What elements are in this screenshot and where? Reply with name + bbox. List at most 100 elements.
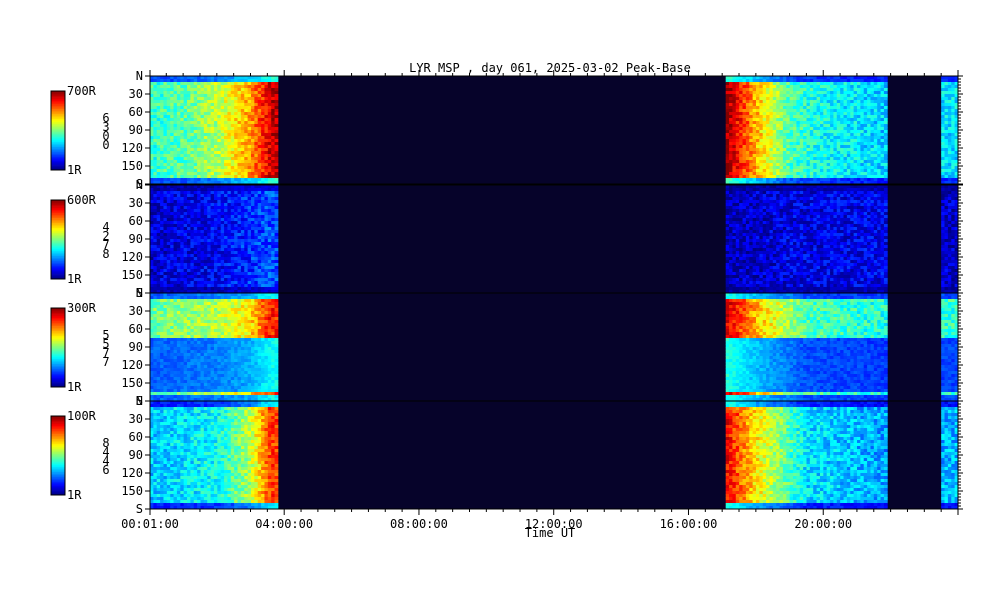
heatmap-cell <box>220 106 225 110</box>
heatmap-cell <box>173 233 178 237</box>
heatmap-cell <box>843 88 848 92</box>
heatmap-cell <box>735 106 740 110</box>
heatmap-cell <box>224 254 228 258</box>
heatmap-cell <box>160 163 164 167</box>
heatmap-cell <box>843 175 848 179</box>
heatmap-cell <box>863 142 868 146</box>
heatmap-cell <box>166 260 171 264</box>
heatmap-cell <box>830 145 834 149</box>
heatmap-cell <box>883 145 888 149</box>
heatmap-cell <box>234 257 238 261</box>
heatmap-cell <box>220 148 225 152</box>
heatmap-cell <box>732 76 737 80</box>
heatmap-cell <box>729 194 733 198</box>
heatmap-cell <box>193 175 198 179</box>
heatmap-cell <box>210 248 215 252</box>
heatmap-cell <box>762 154 767 158</box>
heatmap-cell <box>261 212 265 216</box>
heatmap-cell <box>183 115 188 119</box>
heatmap-cell <box>257 130 262 134</box>
heatmap-cell <box>193 287 198 291</box>
heatmap-cell <box>257 260 262 264</box>
heatmap-cell <box>735 278 740 282</box>
heatmap-cell <box>197 130 201 134</box>
heatmap-cell <box>200 148 205 152</box>
heatmap-cell <box>156 194 161 198</box>
heatmap-cell <box>156 124 161 128</box>
heatmap-cell <box>766 145 770 149</box>
heatmap-cell <box>207 245 211 249</box>
heatmap-cell <box>240 79 245 83</box>
heatmap-cell <box>267 121 272 125</box>
heatmap-cell <box>210 275 215 279</box>
heatmap-cell <box>163 130 168 134</box>
heatmap-cell <box>264 145 269 149</box>
heatmap-cell <box>809 85 814 89</box>
heatmap-cell <box>234 91 238 95</box>
heatmap-cell <box>846 151 851 155</box>
heatmap-cell <box>806 94 811 98</box>
heatmap-cell <box>203 172 208 176</box>
heatmap-cell <box>826 115 831 119</box>
heatmap-cell <box>183 203 188 207</box>
heatmap-cell <box>742 260 747 264</box>
heatmap-cell <box>732 172 737 176</box>
heatmap-cell <box>254 287 259 291</box>
heatmap-cell <box>857 178 861 182</box>
heatmap-cell <box>853 94 858 98</box>
heatmap-cell <box>257 157 262 161</box>
heatmap-cell <box>756 79 760 83</box>
heatmap-cell <box>274 154 279 158</box>
heatmap-cell <box>166 121 171 125</box>
heatmap-cell <box>806 100 811 104</box>
heatmap-cell <box>745 248 750 252</box>
heatmap-cell <box>173 109 178 113</box>
heatmap-cell <box>150 127 154 131</box>
heatmap-cell <box>210 97 215 101</box>
heatmap-cell <box>836 142 841 146</box>
heatmap-cell <box>846 121 851 125</box>
heatmap-cell <box>254 94 259 98</box>
heatmap-cell <box>267 106 272 110</box>
heatmap-cell <box>200 218 205 222</box>
heatmap-cell <box>941 112 945 116</box>
heatmap-cell <box>944 112 949 116</box>
heatmap-cell <box>745 130 750 134</box>
heatmap-cell <box>725 212 730 216</box>
heatmap-cell <box>254 284 259 288</box>
heatmap-cell <box>217 163 222 167</box>
heatmap-cell <box>160 151 164 155</box>
heatmap-cell <box>786 109 791 113</box>
heatmap-cell <box>944 85 949 89</box>
heatmap-cell <box>799 106 804 110</box>
heatmap-cell <box>220 212 225 216</box>
heatmap-cell <box>230 79 235 83</box>
heatmap-cell <box>806 130 811 134</box>
heatmap-cell <box>170 145 174 149</box>
heatmap-cell <box>153 233 158 237</box>
heatmap-cell <box>813 130 817 134</box>
heatmap-cell <box>806 106 811 110</box>
heatmap-cell <box>180 275 185 279</box>
heatmap-cell <box>947 172 952 176</box>
heatmap-cell <box>153 130 158 134</box>
heatmap-cell <box>762 157 767 161</box>
heatmap-cell <box>203 260 208 264</box>
heatmap-cell <box>187 263 191 267</box>
heatmap-cell <box>254 266 259 270</box>
heatmap-cell <box>833 172 838 176</box>
heatmap-cell <box>883 178 888 182</box>
heatmap-cell <box>789 151 794 155</box>
heatmap-cell <box>786 166 791 170</box>
heatmap-cell <box>745 233 750 237</box>
heatmap-cell <box>244 269 249 273</box>
heatmap-cell <box>793 118 797 122</box>
heatmap-cell <box>150 260 154 264</box>
heatmap-cell <box>150 124 154 128</box>
heatmap-cell <box>254 209 259 213</box>
heatmap-cell <box>883 154 888 158</box>
heatmap-cell <box>261 136 265 140</box>
heatmap-cell <box>251 263 255 267</box>
heatmap-cell <box>234 206 238 210</box>
heatmap-cell <box>264 257 269 261</box>
